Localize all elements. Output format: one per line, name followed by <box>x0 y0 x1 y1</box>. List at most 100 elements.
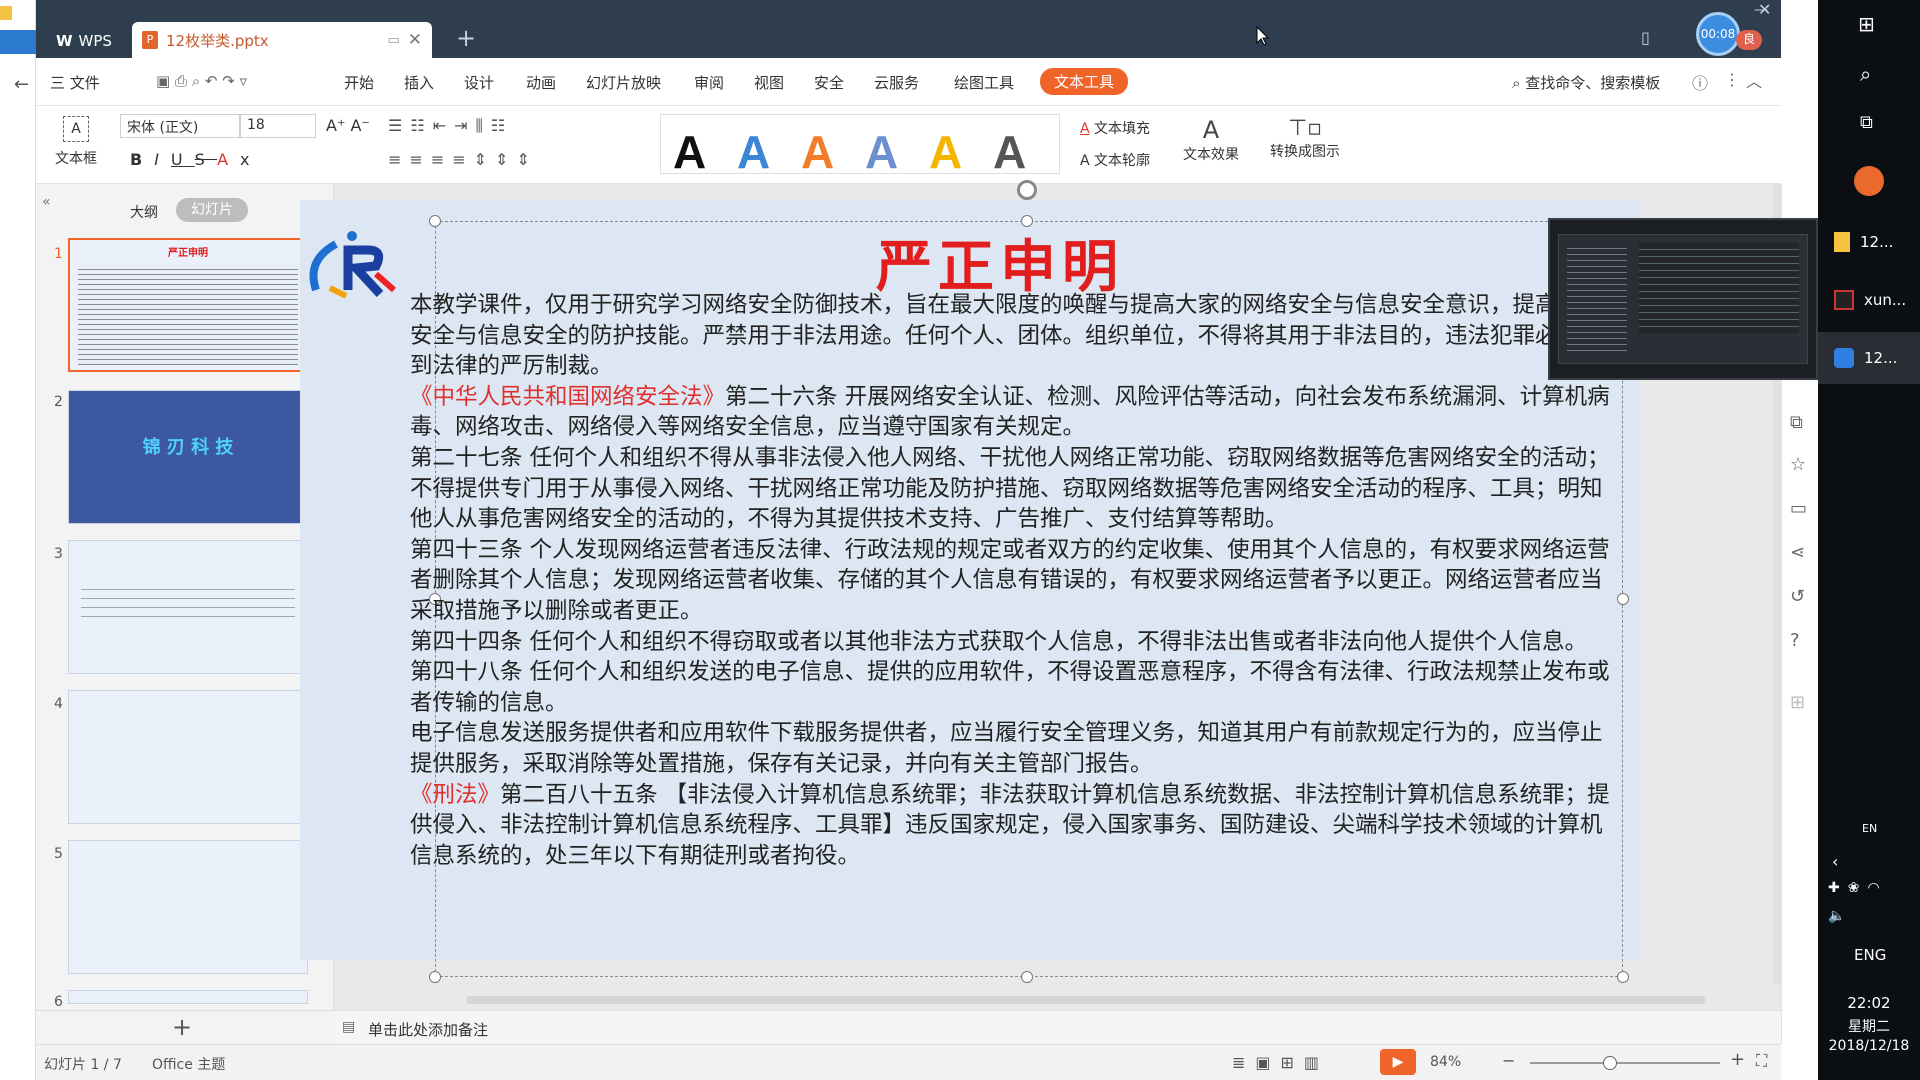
wps-tab-label: WPS <box>78 32 112 50</box>
convert-diagram-button[interactable]: ⊤▫ 转换成图示 <box>1260 116 1350 161</box>
share-icon[interactable]: ⋖ <box>1790 542 1805 563</box>
grow-font-icon[interactable]: A⁺ A⁻ <box>326 116 370 135</box>
text-fill-button[interactable]: A 文本填充 <box>1080 118 1150 138</box>
add-slide-icon[interactable]: + <box>172 1013 192 1041</box>
view-mode-icons[interactable]: ≣▣⊞▥ <box>1232 1053 1329 1072</box>
slide-thumb-5[interactable] <box>68 840 308 974</box>
menu-home[interactable]: 开始 <box>344 72 374 93</box>
align-buttons[interactable]: ≡≡≡≡⇕⇕⇕ <box>388 150 538 169</box>
quick-access-icons[interactable]: ▣ ⎙ ⌕ ↶ ↷ ▿ <box>156 72 247 90</box>
pin-icon[interactable]: ▭ <box>387 33 399 48</box>
slide-body-text[interactable]: 本教学课件，仅用于研究学习网络安全防御技术，旨在最大限度的唤醒与提高大家的网络安… <box>410 290 1610 871</box>
back-arrow-icon[interactable]: ← <box>14 74 29 95</box>
font-family-select[interactable]: 宋体 (正文) <box>120 114 240 138</box>
new-tab-icon[interactable]: + <box>456 24 476 52</box>
search-icon[interactable]: ⌕ <box>1860 62 1871 86</box>
art-style-3[interactable]: A <box>801 125 834 179</box>
favorite-icon[interactable]: ☆ <box>1790 454 1806 475</box>
layout-icon[interactable]: ▯ <box>1641 28 1650 47</box>
collapse-panel-icon[interactable]: « <box>42 194 51 210</box>
history-icon[interactable]: ↺ <box>1790 586 1805 607</box>
task-view-icon[interactable]: ⧉ <box>1860 112 1873 133</box>
rotate-handle-icon[interactable] <box>1017 180 1037 200</box>
transition-icon[interactable]: ⧉ <box>1790 412 1803 433</box>
slide-thumb-2[interactable]: 锦 刃 科 技 <box>68 390 308 524</box>
notes-bar[interactable]: ▤ 单击此处添加备注 <box>334 1010 1781 1044</box>
show-hidden-icons[interactable]: ‹ <box>1832 852 1838 871</box>
slides-tab[interactable]: 幻灯片 <box>176 198 248 222</box>
outline-tab[interactable]: 大纲 <box>130 202 158 222</box>
art-style-6[interactable]: A <box>993 125 1026 179</box>
window-close-icon[interactable]: ✕ <box>1758 0 1771 19</box>
fit-window-icon[interactable]: ⛶ <box>1756 1051 1767 1071</box>
textbox-button[interactable]: A 文本框 <box>46 116 106 168</box>
command-search[interactable]: ⌕ 查找命令、搜索模板 <box>1512 72 1660 93</box>
menu-view[interactable]: 视图 <box>754 72 784 93</box>
menu-drawing-tools[interactable]: 绘图工具 <box>954 72 1014 93</box>
art-style-1[interactable]: A <box>673 125 706 179</box>
theme-name: Office 主题 <box>152 1057 226 1073</box>
resize-handle-tl[interactable] <box>429 215 441 227</box>
recording-timer-badge[interactable]: 00:08 <box>1696 12 1740 56</box>
zoom-slider[interactable] <box>1530 1056 1720 1070</box>
apps-grid-icon[interactable]: ⊞ <box>1790 692 1805 713</box>
play-slideshow-button[interactable]: ▶ <box>1380 1049 1416 1075</box>
archive-icon[interactable]: ▭ <box>1790 498 1807 519</box>
windows-start-icon[interactable]: ⊞ <box>1858 12 1875 36</box>
taskbar-item-ide[interactable]: xun... <box>1818 274 1920 326</box>
taskbar-window-preview[interactable] <box>1548 218 1818 380</box>
slide-thumb-1[interactable]: 严正申明 <box>68 238 308 372</box>
more-icon[interactable]: ⋮ <box>1724 70 1740 89</box>
wps-home-tab[interactable]: W WPS <box>46 24 126 58</box>
ime-indicator[interactable]: EN <box>1862 822 1877 835</box>
tray-icons[interactable]: ✚❀◠ <box>1828 880 1888 896</box>
resize-handle-bl[interactable] <box>429 971 441 983</box>
menu-design[interactable]: 设计 <box>464 72 494 93</box>
taskbar-item-wps-label: 12... <box>1864 349 1898 367</box>
list-buttons[interactable]: ☰☷⇤⇥⫼☷ <box>388 116 513 136</box>
text-effect-button[interactable]: A 文本效果 <box>1176 116 1246 164</box>
zoom-out-icon[interactable]: − <box>1502 1051 1515 1070</box>
menu-file[interactable]: 三 文件 <box>50 72 100 93</box>
collapse-ribbon-icon[interactable]: ︿ <box>1746 68 1762 92</box>
resize-handle-br[interactable] <box>1617 971 1629 983</box>
volume-icon[interactable]: 🔈 <box>1828 908 1845 924</box>
art-style-5[interactable]: A <box>929 125 962 179</box>
menu-insert[interactable]: 插入 <box>404 72 434 93</box>
app-orange-icon[interactable] <box>1854 166 1884 196</box>
art-style-2[interactable]: A <box>737 125 770 179</box>
slide-number-2: 2 <box>54 394 63 410</box>
document-tab-label: 12枚举类.pptx <box>166 31 269 50</box>
help-icon[interactable]: ⓘ <box>1692 70 1708 94</box>
menu-cloud[interactable]: 云服务 <box>874 72 919 93</box>
zoom-slider-thumb[interactable] <box>1602 1056 1617 1070</box>
menu-security[interactable]: 安全 <box>814 72 844 93</box>
art-style-4[interactable]: A <box>865 125 898 179</box>
clock-time[interactable]: 22:02 <box>1818 994 1920 1012</box>
format-buttons[interactable]: BIUSAⅹ <box>130 150 262 169</box>
resize-handle-bc[interactable] <box>1021 971 1033 983</box>
document-tab[interactable]: P 12枚举类.pptx ▭ ✕ <box>132 22 432 58</box>
zoom-in-icon[interactable]: + <box>1730 1049 1745 1070</box>
font-size-select[interactable]: 18 <box>240 114 316 138</box>
menu-animation[interactable]: 动画 <box>526 72 556 93</box>
taskbar-item-folder[interactable]: 12... <box>1818 216 1920 268</box>
convert-diagram-icon: ⊤▫ <box>1287 116 1323 141</box>
resize-handle-mr[interactable] <box>1617 593 1629 605</box>
slide-thumb-3[interactable] <box>68 540 308 674</box>
horizontal-scrollbar[interactable] <box>466 996 1706 1004</box>
taskbar-item-wps[interactable]: 12... <box>1818 332 1920 384</box>
zoom-value[interactable]: 84% <box>1430 1054 1461 1070</box>
help-circle-icon[interactable]: ? <box>1790 630 1800 651</box>
menu-text-tools[interactable]: 文本工具 <box>1040 68 1129 95</box>
slide-thumb-6[interactable] <box>68 990 308 1004</box>
close-tab-icon[interactable]: ✕ <box>408 30 422 50</box>
slide-thumb-4[interactable] <box>68 690 308 824</box>
menu-review[interactable]: 审阅 <box>694 72 724 93</box>
user-avatar[interactable]: 良 <box>1736 30 1762 50</box>
criminal-law-article-285: 《刑法》第二百八十五条 【非法侵入计算机信息系统罪；非法获取计算机信息系统数据、… <box>410 780 1610 872</box>
text-art-gallery[interactable]: A A A A A A <box>660 114 1060 178</box>
menu-slideshow[interactable]: 幻灯片放映 <box>586 72 661 93</box>
language-indicator[interactable]: ENG <box>1854 946 1886 964</box>
text-outline-button[interactable]: A 文本轮廓 <box>1080 150 1150 170</box>
